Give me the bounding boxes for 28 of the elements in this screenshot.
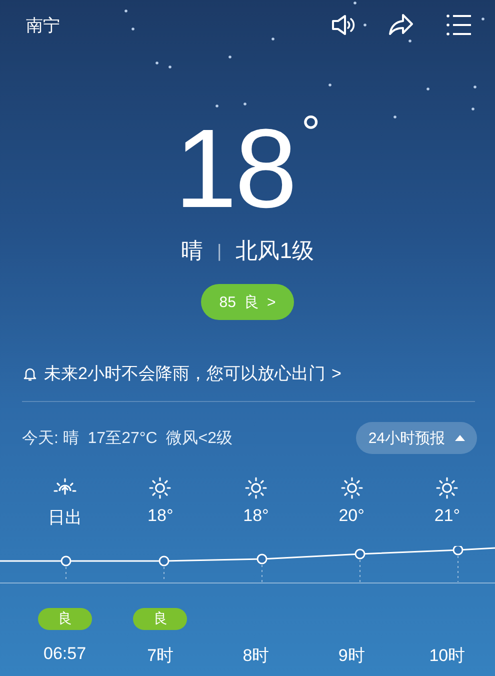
sun-icon (435, 476, 460, 500)
wind-info: 北风1级 (236, 237, 314, 265)
sun-icon (340, 476, 364, 500)
hour-temperature: 21° (434, 506, 460, 527)
hour-time: 9时 (338, 645, 365, 667)
today-summary: 今天: 晴 17至27°C 微风<2级 (22, 428, 234, 448)
hour-temperature: 18° (243, 506, 269, 527)
chevron[interactable]: > (331, 364, 342, 384)
bell-icon (22, 366, 38, 382)
hour-temperature: 18° (148, 506, 174, 527)
sun-icon (148, 476, 172, 500)
degree-sign: ° (301, 110, 320, 158)
weather-condition: 晴 (181, 237, 204, 265)
hour-time: 8时 (242, 645, 270, 667)
current-temperature: 18 (174, 110, 296, 228)
air-quality-badge: 良 (38, 608, 92, 630)
separator: | (217, 240, 222, 262)
sun-icon (244, 476, 268, 500)
hour-time: 06:57 (44, 644, 86, 664)
air-quality-badge: 良 (133, 608, 188, 630)
rain-alert[interactable]: 未来2小时不会降雨，您可以放心出门 (44, 362, 326, 385)
sunrise-label: 日出 (48, 507, 82, 528)
collapse-arrow-icon[interactable] (455, 435, 465, 441)
hour-temperature: 20° (338, 506, 364, 527)
city-name[interactable]: 南宁 (26, 14, 329, 36)
hour-time: 7时 (147, 645, 174, 667)
hour-time: 10时 (429, 645, 466, 667)
forecast-toggle[interactable]: 24小时预报 (356, 422, 477, 454)
